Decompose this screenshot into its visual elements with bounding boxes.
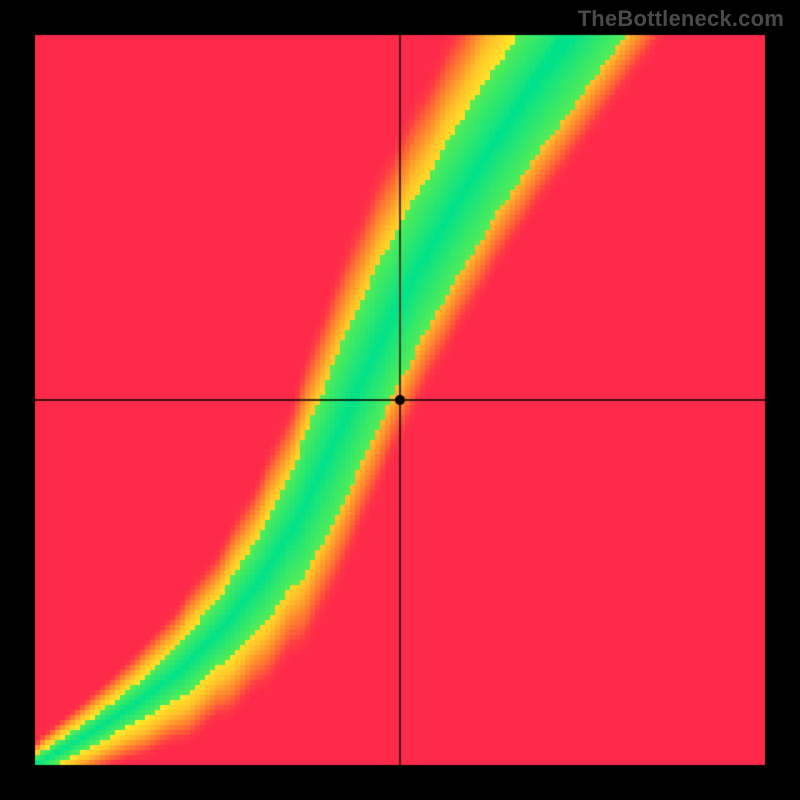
chart-container: TheBottleneck.com [0,0,800,800]
bottleneck-heatmap [0,0,800,800]
attribution-label: TheBottleneck.com [578,6,784,32]
